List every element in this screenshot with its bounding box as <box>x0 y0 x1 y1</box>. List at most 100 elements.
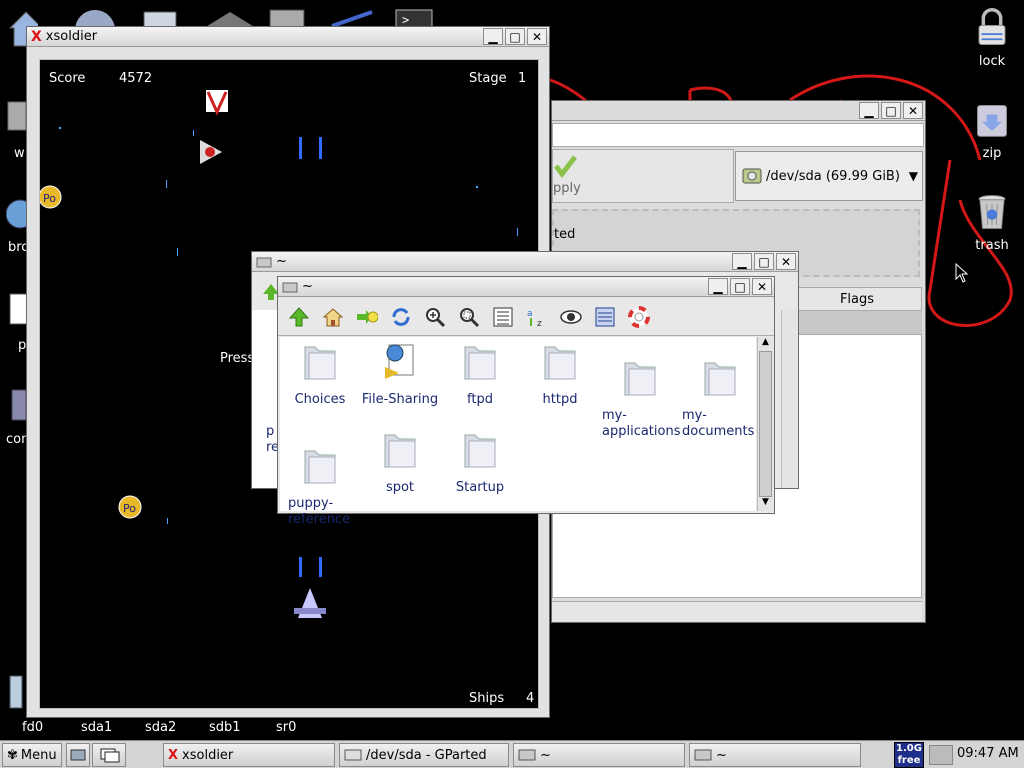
eye-icon[interactable] <box>556 302 586 332</box>
calendar-icon[interactable] <box>8 290 28 330</box>
connect-icon[interactable] <box>8 386 28 426</box>
file-item-ftpd[interactable]: ftpd <box>440 337 520 408</box>
chart-icon[interactable] <box>268 8 308 28</box>
desktop-label-w: w <box>14 146 25 161</box>
x-app-icon: X <box>168 747 179 763</box>
filemanager-window[interactable]: ~ ▁ □ ✕ az Choices File-Sharing ftpd htt… <box>277 276 775 527</box>
fm-scrollbar[interactable]: ▲ ▼ <box>757 337 773 511</box>
left-desktop-icons: w bro p con <box>0 0 38 740</box>
clock[interactable]: 09:47 AM <box>957 746 1019 761</box>
details-view-icon[interactable] <box>590 302 620 332</box>
home-icon[interactable] <box>318 302 348 332</box>
help-lifebuoy-icon[interactable] <box>624 302 654 332</box>
task-label: ~ <box>540 747 551 763</box>
drive-icon[interactable] <box>70 8 120 28</box>
drive-sdb1[interactable]: sdb1 <box>209 720 241 735</box>
fm-back-maximize-button[interactable]: □ <box>754 253 774 270</box>
fm-minimize-button[interactable]: ▁ <box>708 278 728 295</box>
zoom-fit-icon[interactable] <box>454 302 484 332</box>
terminal-icon[interactable]: >_ <box>394 8 434 28</box>
folder-icon <box>304 450 336 484</box>
refresh-icon[interactable] <box>386 302 416 332</box>
powerup-icon: Po <box>118 495 142 519</box>
task-filemanager-2[interactable]: ~ <box>689 743 861 767</box>
quicklaunch-icon[interactable] <box>66 743 90 767</box>
gparted-statusbar <box>552 601 922 621</box>
fm-maximize-button[interactable]: □ <box>730 278 750 295</box>
file-item-choices[interactable]: Choices <box>280 337 360 408</box>
folder-app-icon <box>518 749 536 761</box>
fm-titlebar[interactable]: ~ <box>278 277 774 297</box>
gparted-device-selector[interactable]: /dev/sda (69.99 GiB) ▼ <box>735 151 923 201</box>
scroll-down-icon[interactable]: ▼ <box>758 497 773 511</box>
drive-fd0[interactable]: fd0 <box>22 720 43 735</box>
task-filemanager-1[interactable]: ~ <box>513 743 685 767</box>
bookmark-icon[interactable] <box>352 302 382 332</box>
file-item-label: Startup <box>455 480 505 495</box>
file-item-label: puppy- reference <box>288 496 351 527</box>
folder-icon <box>304 346 336 380</box>
edit-icon[interactable] <box>200 8 260 28</box>
desktop-icon-zip[interactable]: zip <box>960 100 1024 161</box>
disk-icon <box>742 168 762 184</box>
system-icon <box>70 749 86 761</box>
file-item-puppy-reference[interactable]: puppy- reference <box>280 425 360 544</box>
paint-icon[interactable] <box>328 8 378 28</box>
fm-file-area[interactable]: Choices File-Sharing ftpd httpd my- appl… <box>280 337 756 527</box>
task-xsoldier[interactable]: X xsoldier <box>163 743 335 767</box>
xsoldier-close-button[interactable]: ✕ <box>527 28 547 45</box>
browser-icon[interactable] <box>6 194 28 234</box>
file-item-label: httpd <box>542 392 578 407</box>
task-gparted[interactable]: /dev/sda - GParted <box>339 743 509 767</box>
fm-back-close-button[interactable]: ✕ <box>776 253 796 270</box>
gparted-maximize-button[interactable]: □ <box>881 102 901 119</box>
powerup-icon: Po <box>40 185 62 209</box>
xsoldier-minimize-button[interactable]: ▁ <box>483 28 503 45</box>
gparted-close-button[interactable]: ✕ <box>903 102 923 119</box>
xsoldier-titlebar[interactable]: X xsoldier <box>27 27 549 47</box>
sort-az-icon[interactable]: az <box>522 302 552 332</box>
gparted-apply-button[interactable]: pply <box>552 149 734 203</box>
scroll-up-icon[interactable]: ▲ <box>758 337 773 351</box>
xsoldier-maximize-button[interactable]: □ <box>505 28 525 45</box>
list-view-icon[interactable] <box>488 302 518 332</box>
fm-back-titlebar[interactable]: ~ <box>252 252 798 272</box>
file-item-spot[interactable]: spot <box>360 425 440 496</box>
x-app-icon: X <box>31 28 42 45</box>
enemy-fighter-icon <box>200 140 222 164</box>
menu-button[interactable]: ✾ Menu <box>2 743 62 767</box>
free-space-indicator[interactable]: 1.0G free <box>894 742 924 768</box>
calc-icon[interactable] <box>140 10 180 26</box>
drive-sr0[interactable]: sr0 <box>276 720 296 735</box>
fm-title: ~ <box>302 279 313 294</box>
scroll-thumb[interactable] <box>759 351 772 497</box>
folder-app-icon <box>256 257 272 267</box>
tray-icon[interactable] <box>929 745 953 765</box>
zoom-in-icon[interactable] <box>420 302 450 332</box>
svg-text:z: z <box>537 319 542 328</box>
gparted-minimize-button[interactable]: ▁ <box>859 102 879 119</box>
fm-back-minimize-button[interactable]: ▁ <box>732 253 752 270</box>
fm-window-controls: ▁ □ ✕ <box>708 278 772 295</box>
gparted-flags-header[interactable]: Flags <box>792 287 922 311</box>
chevron-down-icon: ▼ <box>908 169 918 183</box>
up-arrow-icon[interactable] <box>284 302 314 332</box>
drive-sda1[interactable]: sda1 <box>81 720 112 735</box>
tools-icon[interactable] <box>6 96 28 136</box>
file-item-httpd[interactable]: httpd <box>520 337 600 408</box>
fm-close-button[interactable]: ✕ <box>752 278 772 295</box>
drive-sda2[interactable]: sda2 <box>145 720 176 735</box>
fm-back-scrollbar[interactable] <box>781 310 797 488</box>
file-item-startup[interactable]: Startup <box>440 425 520 496</box>
file-item-my-documents[interactable]: my- documents <box>680 337 760 456</box>
console-icon[interactable] <box>8 672 24 712</box>
fm-toolbar: az <box>278 298 774 336</box>
file-item-my-applications[interactable]: my- applications <box>600 337 680 456</box>
folder-icon <box>464 434 496 468</box>
desktop-icon-trash[interactable]: trash <box>960 192 1024 253</box>
xsoldier-title: xsoldier <box>45 29 98 44</box>
file-item-file-sharing[interactable]: File-Sharing <box>360 337 440 408</box>
fm-back-window-controls: ▁ □ ✕ <box>732 253 796 270</box>
show-desktop-button[interactable] <box>92 743 126 767</box>
desktop-icon-lock[interactable]: lock <box>960 8 1024 69</box>
